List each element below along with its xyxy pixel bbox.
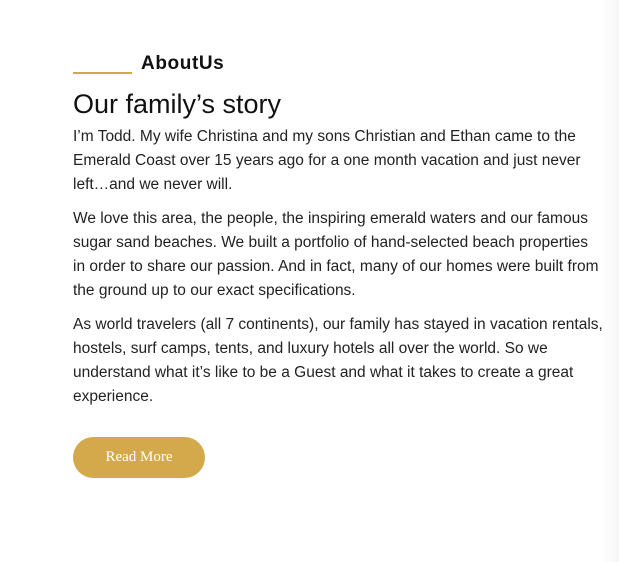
read-more-button[interactable]: Read More (73, 437, 205, 478)
eyebrow-label: AboutUs (141, 53, 225, 74)
story-paragraph-1: I’m Todd. My wife Christina and my sons … (73, 128, 581, 193)
section-eyebrow: AboutUs (73, 52, 603, 76)
eyebrow-divider (73, 71, 132, 74)
page: AboutUs Our family’s story I’m Todd. My … (0, 0, 619, 562)
right-edge-shadow (601, 0, 619, 562)
story-paragraph-2: We love this area, the people, the inspi… (73, 210, 599, 299)
story-paragraph-3: As world travelers (all 7 continents), o… (73, 316, 603, 405)
about-section: AboutUs Our family’s story I’m Todd. My … (73, 52, 603, 478)
section-title: Our family’s story (73, 89, 282, 119)
